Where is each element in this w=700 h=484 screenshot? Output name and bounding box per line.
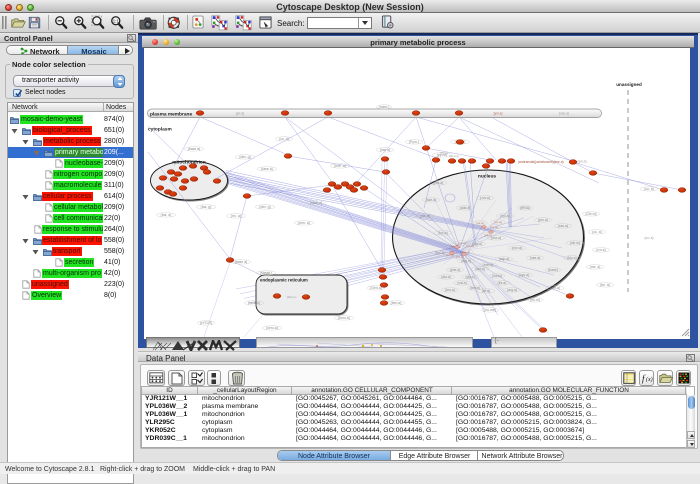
svg-text:(dy.rot): (dy.rot) xyxy=(449,154,458,158)
svg-text:(ske.a): (ske.a) xyxy=(426,198,436,202)
svg-text:(co. a): (co. a) xyxy=(279,137,289,141)
svg-text:(pro.a): (pro.a) xyxy=(538,218,548,222)
svg-text:(bero.a): (bero.a) xyxy=(338,316,350,320)
svg-text:(nyl.a): (nyl.a) xyxy=(500,214,509,218)
svg-text:(co. a): (co. a) xyxy=(644,187,654,191)
svg-text:(Cle.m): (Cle.m) xyxy=(585,212,596,216)
svg-text:(val.a): (val.a) xyxy=(457,281,466,285)
svg-text:(leu.a): (leu.a) xyxy=(445,288,455,292)
svg-text:(sss.a): (sss.a) xyxy=(558,224,568,228)
svg-text:(xx.a): (xx.a) xyxy=(484,233,492,237)
svg-text:(Metab.): (Metab.) xyxy=(260,271,273,275)
svg-text:(bar. a): (bar. a) xyxy=(161,213,172,217)
svg-text:(rrc. a): (rrc. a) xyxy=(231,214,241,218)
svg-text:(loc.a): (loc.a) xyxy=(438,231,447,235)
svg-text:(Pyru.): (Pyru.) xyxy=(409,140,419,144)
svg-text:(base a): (base a) xyxy=(235,260,247,264)
svg-text:[yrr.a]: [yrr.a] xyxy=(236,112,244,116)
svg-text:(xx.a): (xx.a) xyxy=(458,241,466,245)
svg-text:(arg.b): (arg.b) xyxy=(461,259,471,263)
svg-text:(tase a): (tase a) xyxy=(248,301,260,305)
svg-text:(hse.a): (hse.a) xyxy=(380,148,391,152)
svg-text:(xx.a): (xx.a) xyxy=(476,221,484,225)
svg-text:(tase a): (tase a) xyxy=(261,167,273,171)
svg-text:(bar. g): (bar. g) xyxy=(201,205,212,209)
svg-text:(thr.a): (thr.a) xyxy=(498,281,507,285)
svg-text:(ala.a): (ala.a) xyxy=(441,275,451,279)
svg-text:(cYO.R): (cYO.R) xyxy=(200,321,212,325)
svg-text:(nse.a): (nse.a) xyxy=(530,256,541,260)
svg-text:plasma membrane: plasma membrane xyxy=(150,111,192,117)
svg-text:(xx.a): (xx.a) xyxy=(494,220,502,224)
svg-text:(nu.me): (nu.me) xyxy=(484,308,496,312)
svg-text:(mera): (mera) xyxy=(492,274,502,278)
svg-text:(vvv.a): (vvv.a) xyxy=(480,196,490,200)
svg-text:(cys.a): (cys.a) xyxy=(519,273,529,277)
svg-text:(nu.m): (nu.m) xyxy=(530,298,540,302)
svg-text:(Mero.): (Mero.) xyxy=(287,295,297,299)
svg-text:(base a): (base a) xyxy=(188,147,200,151)
svg-text:(base): (base) xyxy=(548,268,558,272)
svg-text:(arotranslat)(achetansint)(lme: (arotranslat)(achetansint)(lme.a) xyxy=(518,160,564,164)
svg-text:[ym.a]: [ym.a] xyxy=(494,112,503,116)
svg-text:(ron.a): (ron.a) xyxy=(512,246,522,250)
svg-text:(lys.a): (lys.a) xyxy=(435,251,444,255)
svg-text:(cro.a): (cro.a) xyxy=(550,286,560,290)
svg-text:(gly.a): (gly.a) xyxy=(465,275,474,279)
svg-text:(me. a): (me. a) xyxy=(590,265,601,269)
svg-text:(xx.a): (xx.a) xyxy=(456,255,464,259)
svg-text:(dev. g): (dev. g) xyxy=(259,205,270,209)
svg-text:(Gen.a): (Gen.a) xyxy=(370,286,382,290)
svg-text:(cle.m): (cle.m) xyxy=(570,241,580,245)
svg-text:(co. a): (co. a) xyxy=(644,236,653,240)
svg-text:(pek.a): (pek.a) xyxy=(433,181,444,185)
svg-text:(me. a): (me. a) xyxy=(420,214,431,218)
svg-text:(tRNA): (tRNA) xyxy=(520,206,530,210)
svg-text:(ym.a): (ym.a) xyxy=(577,160,586,164)
svg-text:(dev. g): (dev. g) xyxy=(239,155,250,159)
svg-text:(rrn.a): (rrn.a) xyxy=(596,248,605,252)
svg-text:(xx.a): (xx.a) xyxy=(490,225,498,229)
svg-text:(his.a): (his.a) xyxy=(567,256,576,260)
svg-text:(ben.a): (ben.a) xyxy=(391,301,402,305)
svg-text:(phe.a): (phe.a) xyxy=(450,268,461,272)
svg-text:(erm. a): (erm. a) xyxy=(298,221,310,225)
svg-text:nucleus: nucleus xyxy=(478,174,496,180)
svg-text:(lme. a): (lme. a) xyxy=(334,164,346,168)
svg-text:(ile.a): (ile.a) xyxy=(482,289,490,293)
svg-text:unassigned: unassigned xyxy=(616,82,642,87)
svg-text:(mem.): (mem.) xyxy=(379,105,390,109)
svg-text:(arg.a): (arg.a) xyxy=(507,288,517,292)
svg-text:(ddd.a): (ddd.a) xyxy=(460,206,471,210)
svg-text:(be. a): (be. a) xyxy=(600,283,610,287)
svg-text:[vac.a]: [vac.a] xyxy=(559,112,569,116)
svg-text:(Pyru): (Pyru) xyxy=(440,151,448,155)
svg-text:(x): (x) xyxy=(646,376,653,383)
svg-text:(ser.a): (ser.a) xyxy=(475,267,485,271)
svg-text:(cero.a): (cero.a) xyxy=(266,326,278,330)
svg-text:cytoplasm: cytoplasm xyxy=(148,127,172,133)
svg-text:(co. a): (co. a) xyxy=(592,230,602,234)
svg-text:mitochondrion: mitochondrion xyxy=(172,160,206,166)
svg-text:(ssse.a): (ssse.a) xyxy=(310,201,322,205)
svg-text:(asp.a): (asp.a) xyxy=(499,257,510,261)
svg-text:endoplasmic reticulum: endoplasmic reticulum xyxy=(260,278,308,283)
